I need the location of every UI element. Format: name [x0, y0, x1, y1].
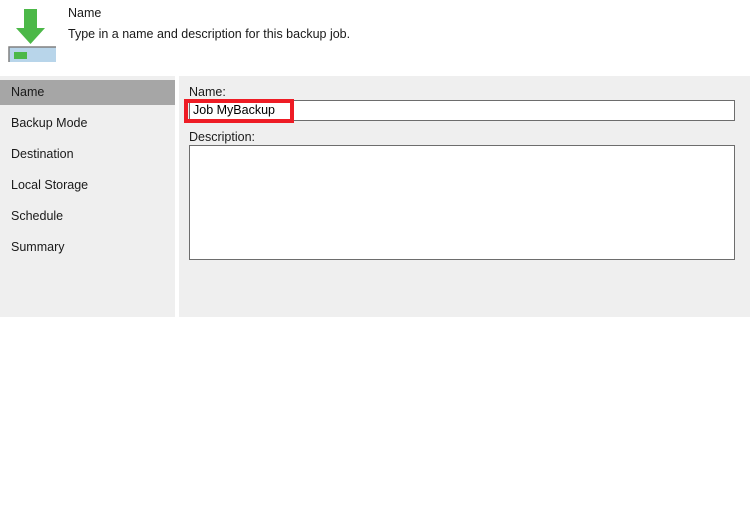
sidebar-item-name[interactable]: Name	[0, 80, 175, 105]
wizard-header-text: Name Type in a name and description for …	[68, 0, 668, 41]
name-input[interactable]: Job MyBackup	[189, 100, 735, 121]
page-subtitle: Type in a name and description for this …	[68, 27, 351, 41]
description-field-label: Description:	[189, 130, 255, 144]
wizard-header: Name Type in a name and description for …	[0, 0, 750, 76]
sidebar-item-backup-mode[interactable]: Backup Mode	[0, 111, 175, 136]
name-field-label: Name:	[189, 85, 226, 99]
wizard-content-pane: Name: Job MyBackup Description:	[179, 76, 750, 317]
description-textarea[interactable]	[189, 145, 735, 260]
page-title: Name	[68, 6, 102, 20]
wizard-body: Name Backup Mode Destination Local Stora…	[0, 76, 750, 317]
download-to-disk-icon	[8, 6, 58, 65]
sidebar-item-destination[interactable]: Destination	[0, 142, 175, 167]
sidebar-item-local-storage[interactable]: Local Storage	[0, 173, 175, 198]
sidebar-item-schedule[interactable]: Schedule	[0, 204, 175, 229]
backup-job-wizard: Name Type in a name and description for …	[0, 0, 750, 519]
sidebar-item-summary[interactable]: Summary	[0, 235, 175, 260]
wizard-step-sidebar: Name Backup Mode Destination Local Stora…	[0, 76, 175, 317]
